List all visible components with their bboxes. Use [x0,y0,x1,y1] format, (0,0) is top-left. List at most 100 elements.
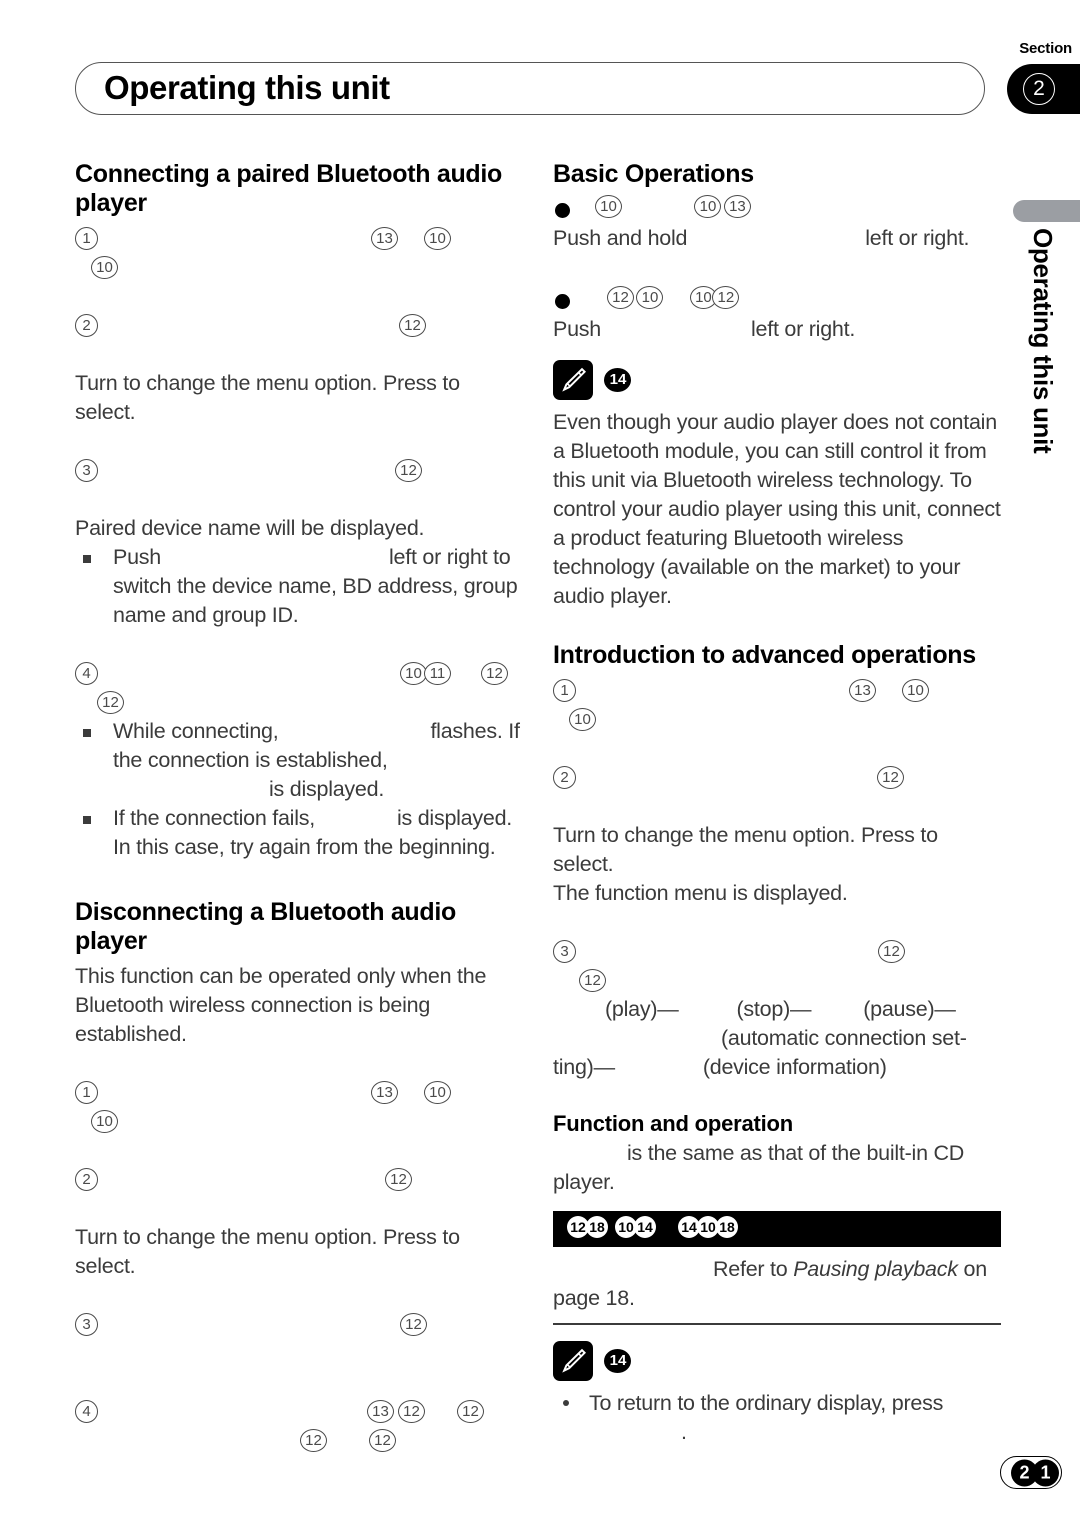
step-markers: 12 [385,1165,412,1194]
heading-introduction-advanced: Introduction to advanced operations [553,641,976,669]
round-bullet-row: 12 10 10 12 [553,286,1001,315]
menu-item-pause: (pause)— [863,997,956,1021]
list-item: While connecting, flashes. If the connect… [75,717,523,804]
ref-marker: 12 [456,1400,484,1423]
ref-marker-filled: 14 [604,1349,632,1374]
ref-marker: 12 [385,1168,412,1191]
square-bullet-list: Push left or right to switch the device n… [75,543,523,630]
refer-prefix: Refer to [713,1257,788,1282]
step-body: Turn to change the menu option. Press to… [75,1225,460,1278]
bullet-pre: Push and hold [553,226,688,250]
round-bullet-row: 10 10 13 [553,195,1001,224]
menu-item-stop: (stop)— [736,997,812,1021]
section-number: 2 [1023,73,1055,105]
section-tab: 2 [1007,64,1080,114]
step-number: 3 [553,940,576,963]
ref-marker: 13 [371,227,398,250]
step-row: 3 12 [75,1310,523,1339]
step-row: 4 13 12 12 [75,1397,523,1426]
ref-marker: 10 [400,662,427,685]
refer-to-text: Refer to Pausing playback on page 18. [553,1255,1001,1313]
menu-chain-line-2: (automatic connection set- [721,1026,967,1050]
step-markers: 13 10 [371,1078,451,1107]
ref-marker: 12 [397,1400,425,1423]
step-number: 4 [75,662,98,685]
bullet-post: is displayed. [269,777,385,801]
square-bullet-list: While connecting, flashes. If the connect… [75,717,523,862]
menu-chain-line-1: (play)— (stop)— (pause)— [553,995,1001,1024]
square-bullet-icon [83,816,91,824]
left-column: Connecting a paired Bluetooth audio play… [75,160,523,1455]
step-body-secondary: The function menu is displayed. [553,881,848,905]
ref-marker: 10 [91,1110,118,1133]
menu-item-ting: ting)— [553,1055,615,1079]
step-row-continuation: 12 [75,688,523,717]
round-bullet-icon [555,294,570,309]
step-markers: 12 [877,763,904,792]
ref-marker: 10 [423,227,451,250]
step-row-continuation: 10 [75,253,523,282]
square-bullet-icon [83,555,91,563]
dot-bullet-icon [563,1400,569,1407]
ref-marker: 12 [399,314,426,337]
square-bullet-icon [83,729,91,737]
ref-marker: 13 [723,195,751,218]
marker-bar: 12 18 10 14 14 10 18 [553,1211,1001,1248]
ref-marker: 12 [579,969,606,992]
step-body: Turn to change the menu option. Press to… [75,371,460,424]
step-row: 3 12 [75,456,523,485]
menu-item-play: (play)— [605,997,679,1021]
ref-marker-filled: 14 [604,368,632,392]
list-item: Push left or right to switch the device n… [75,543,523,630]
bullet-post: left or right to switch the device name,… [113,545,518,627]
note-header: 14 [553,360,1001,402]
side-tab-label: Operating this unit [1028,228,1058,454]
ref-marker: 10 [636,286,664,309]
step-markers: 12 12 [300,1426,396,1455]
ref-marker: 11 [423,662,451,685]
ref-marker: 10 [91,256,118,279]
step-row-continuation: 10 [553,705,1001,734]
ref-marker: 12 [877,766,904,789]
section-label: Section [1019,40,1072,57]
ref-marker: 12 [368,1429,396,1452]
step-markers: 13 10 [371,224,451,253]
ref-marker: 12 [480,662,508,685]
step-row: 2 12 [75,311,523,340]
page-number-badge: 2 1 [1000,1456,1062,1489]
step-row: 1 13 10 [553,676,1001,705]
step-markers: 13 10 [849,676,929,705]
step-number: 2 [75,314,98,337]
step-markers: 12 [395,456,422,485]
list-item: To return to the ordinary display, press [553,1389,1001,1418]
bullet-post: left or right. [751,317,856,341]
note-bullet-text: To return to the ordinary display, press [589,1391,944,1416]
note-header: 14 [553,1341,1001,1383]
ref-marker-inverse: 18 [716,1216,738,1239]
ref-marker: 12 [300,1429,327,1452]
step-row-continuation: 10 [75,1107,523,1136]
ref-marker: 12 [607,286,634,309]
step-row: 1 13 10 [75,224,523,253]
step-number: 3 [75,1313,98,1336]
step-markers: 12 [878,937,905,966]
page-title: Operating this unit [104,68,390,106]
note-bullet-continuation: . [681,1420,687,1445]
ref-marker: 12 [97,691,124,714]
menu-chain-line-3: ting)— (device information) [553,1053,1001,1082]
step-body: Turn to change the menu option. Press to… [553,823,938,876]
note-text: Even though your audio player does not c… [553,410,1001,608]
bullet-pre: Push [113,545,162,569]
ref-marker: 10 [694,195,722,218]
bullet-markers: 12 10 10 12 [607,286,740,309]
